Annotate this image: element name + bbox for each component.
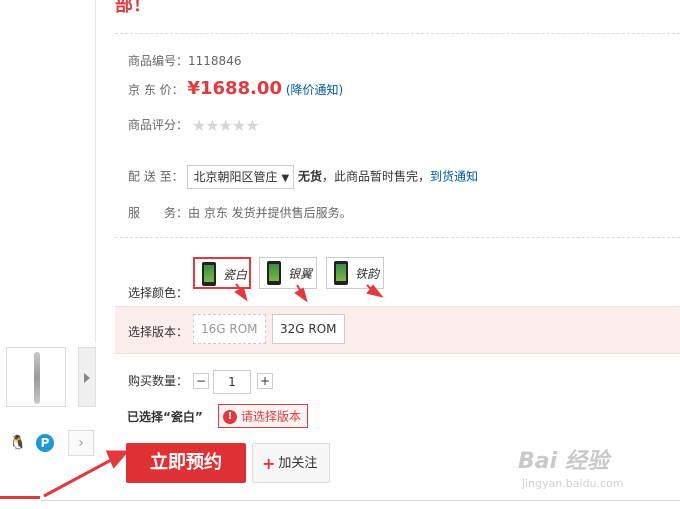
watermark-logo: Bai 经验 — [518, 449, 609, 474]
version-label: 选择版本： — [128, 325, 189, 339]
rating-row: 商品评分： ★★★★★ — [128, 116, 260, 135]
qq-share-icon[interactable]: 🐧 — [9, 434, 27, 452]
color-label: 选择颜色： — [128, 286, 189, 300]
thumbnail-next-button[interactable] — [78, 347, 96, 407]
chevron-down-icon: ▼ — [281, 173, 290, 184]
selected-summary: 已选择“瓷白” — [127, 410, 203, 424]
phone-thumbnail — [267, 261, 281, 285]
service-label: 服 务： — [128, 206, 189, 220]
color-option-label: 铁韵 — [355, 267, 380, 281]
product-title: 部！ — [115, 0, 151, 16]
bottom-divider — [40, 500, 680, 501]
star-icon: ★ — [245, 116, 259, 135]
price-value: ¥1688.00 — [187, 78, 282, 99]
region-value: 北京朝阳区管庄 — [193, 170, 278, 184]
quantity-label: 购买数量： — [128, 374, 189, 388]
color-option-silver[interactable]: 银翼 — [259, 257, 317, 289]
region-select[interactable]: 北京朝阳区管庄 ▼ — [187, 165, 295, 189]
price-label: 京 东 价： — [128, 83, 184, 97]
version-option-16g[interactable]: 16G ROM — [193, 314, 266, 344]
reserve-button[interactable]: 立即预约 — [126, 443, 246, 483]
divider — [115, 33, 680, 34]
stock-note: ，此商品暂时售完， — [322, 169, 431, 184]
price-alert-link[interactable]: (降价通知) — [286, 83, 343, 97]
rating-label: 商品评分： — [128, 118, 189, 132]
thumbnail-column: 🐧 P › — [0, 0, 96, 509]
watermark-url: jingyan.baidu.com — [522, 477, 624, 490]
follow-button[interactable]: + 加关注 — [252, 443, 330, 483]
product-thumbnail[interactable] — [6, 347, 66, 407]
follow-label: 加关注 — [278, 455, 318, 471]
product-number-row: 商品编号：1118846 — [128, 52, 241, 69]
arrival-notify-link[interactable]: 到货通知 — [430, 170, 478, 184]
quantity-input[interactable]: 1 — [213, 370, 251, 394]
service-text: 由 京东 发货并提供售后服务。 — [188, 206, 352, 220]
column-divider — [95, 0, 96, 343]
warning-text: 请选择版本 — [241, 409, 302, 424]
version-option-32g[interactable]: 32G ROM — [272, 314, 345, 344]
quantity-increase-button[interactable]: + — [257, 373, 273, 389]
share-more-button[interactable]: › — [68, 430, 94, 456]
phone-side-image — [34, 352, 40, 404]
quantity-decrease-button[interactable]: − — [193, 373, 209, 389]
color-option-white[interactable]: 瓷白 — [193, 257, 251, 289]
pp-share-icon[interactable]: P — [36, 434, 54, 452]
color-option-label: 银翼 — [288, 267, 313, 281]
plus-icon: + — [262, 453, 276, 473]
star-icon: ★ — [231, 116, 246, 135]
product-number-label: 商品编号： — [128, 54, 189, 68]
rating-stars: ★★★★★ — [191, 116, 260, 135]
delivery-row: 配 送 至： 北京朝阳区管庄 ▼ 无货，此商品暂时售完，到货通知 — [128, 165, 478, 189]
warning-icon: ! — [223, 409, 237, 424]
phone-thumbnail — [202, 262, 216, 286]
star-icon: ★ — [191, 116, 206, 135]
annotation-overlay — [43, 283, 384, 498]
version-warning: ! 请选择版本 — [218, 404, 309, 428]
color-option-label: 瓷白 — [223, 268, 248, 282]
color-option-iron[interactable]: 铁韵 — [326, 257, 384, 289]
share-row: 🐧 P › — [0, 430, 96, 456]
star-icon: ★ — [218, 116, 233, 135]
baidu-watermark: Bai 经验 jingyan.baidu.com — [518, 443, 678, 493]
product-page: 🐧 P › 部！ 商品编号：1118846 京 东 价： ¥1688.00 (降… — [0, 0, 680, 509]
divider — [115, 237, 680, 238]
star-icon: ★ — [205, 116, 219, 135]
phone-thumbnail — [334, 261, 348, 285]
delivery-label: 配 送 至： — [128, 169, 184, 184]
tab-underline — [0, 496, 40, 499]
service-row: 服 务：由 京东 发货并提供售后服务。 — [128, 204, 352, 221]
product-number: 1118846 — [188, 54, 242, 68]
stock-status: 无货 — [298, 169, 323, 184]
price-row: 京 东 价： ¥1688.00 (降价通知) — [128, 78, 343, 99]
